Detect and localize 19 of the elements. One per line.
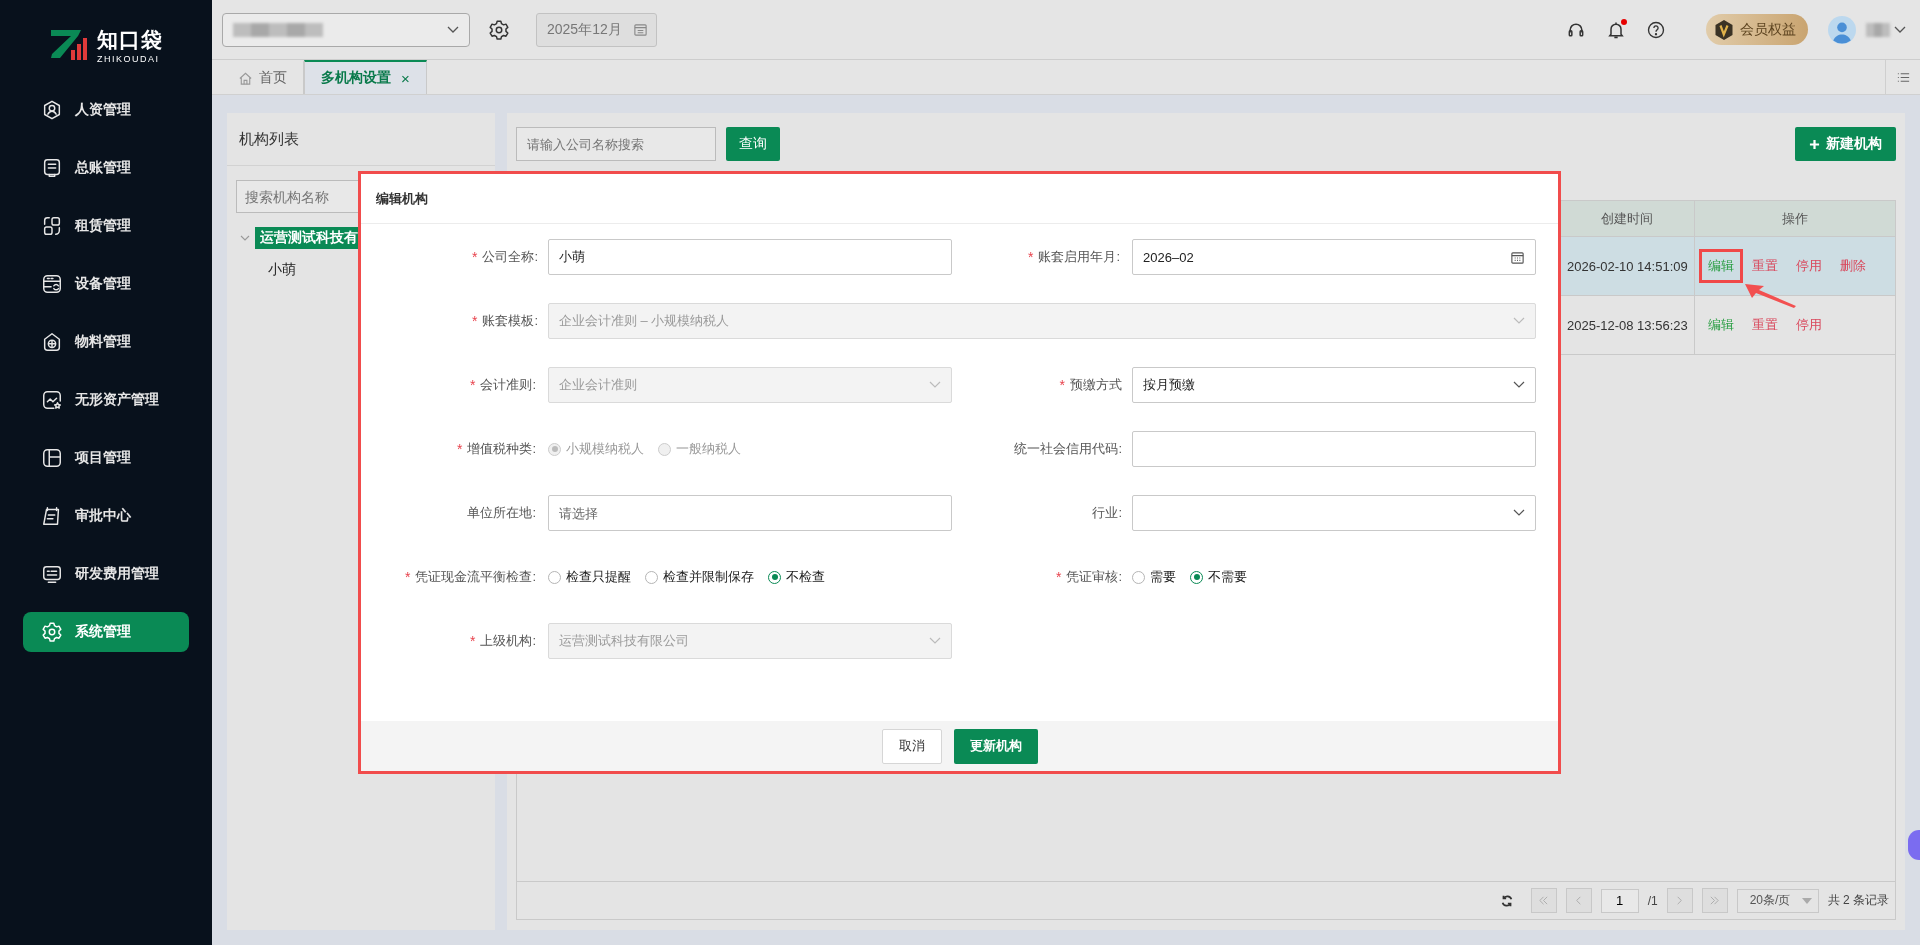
- logo-name: 知口袋: [97, 27, 163, 53]
- field-label: 行业:: [1091, 504, 1123, 522]
- field-label: 单位所在地:: [466, 504, 537, 522]
- logo-subtitle: ZHIKOUDAI: [97, 54, 161, 64]
- panel-title: 机构列表: [227, 113, 495, 166]
- field-label: * 凭证现金流平衡检查:: [403, 568, 537, 587]
- total-pages: /1: [1647, 893, 1658, 908]
- record-count: 共 2 条记录: [1827, 892, 1889, 909]
- field-label: * 上级机构:: [468, 632, 537, 651]
- field-label: * 公司全称:: [470, 248, 539, 267]
- dialog-title: 编辑机构: [361, 174, 1558, 224]
- field-label: * 会计准则:: [468, 376, 537, 395]
- field-label: * 账套启用年月:: [1026, 248, 1121, 267]
- field-label: * 账套模板:: [470, 312, 539, 331]
- field-label: * 预缴方式: [1058, 376, 1123, 395]
- field-label: * 凭证审核:: [1054, 568, 1123, 587]
- column-header: 操作: [1694, 201, 1895, 236]
- field-label: 统一社会信用代码:: [1013, 440, 1123, 458]
- field-label: * 增值税种类:: [455, 440, 537, 459]
